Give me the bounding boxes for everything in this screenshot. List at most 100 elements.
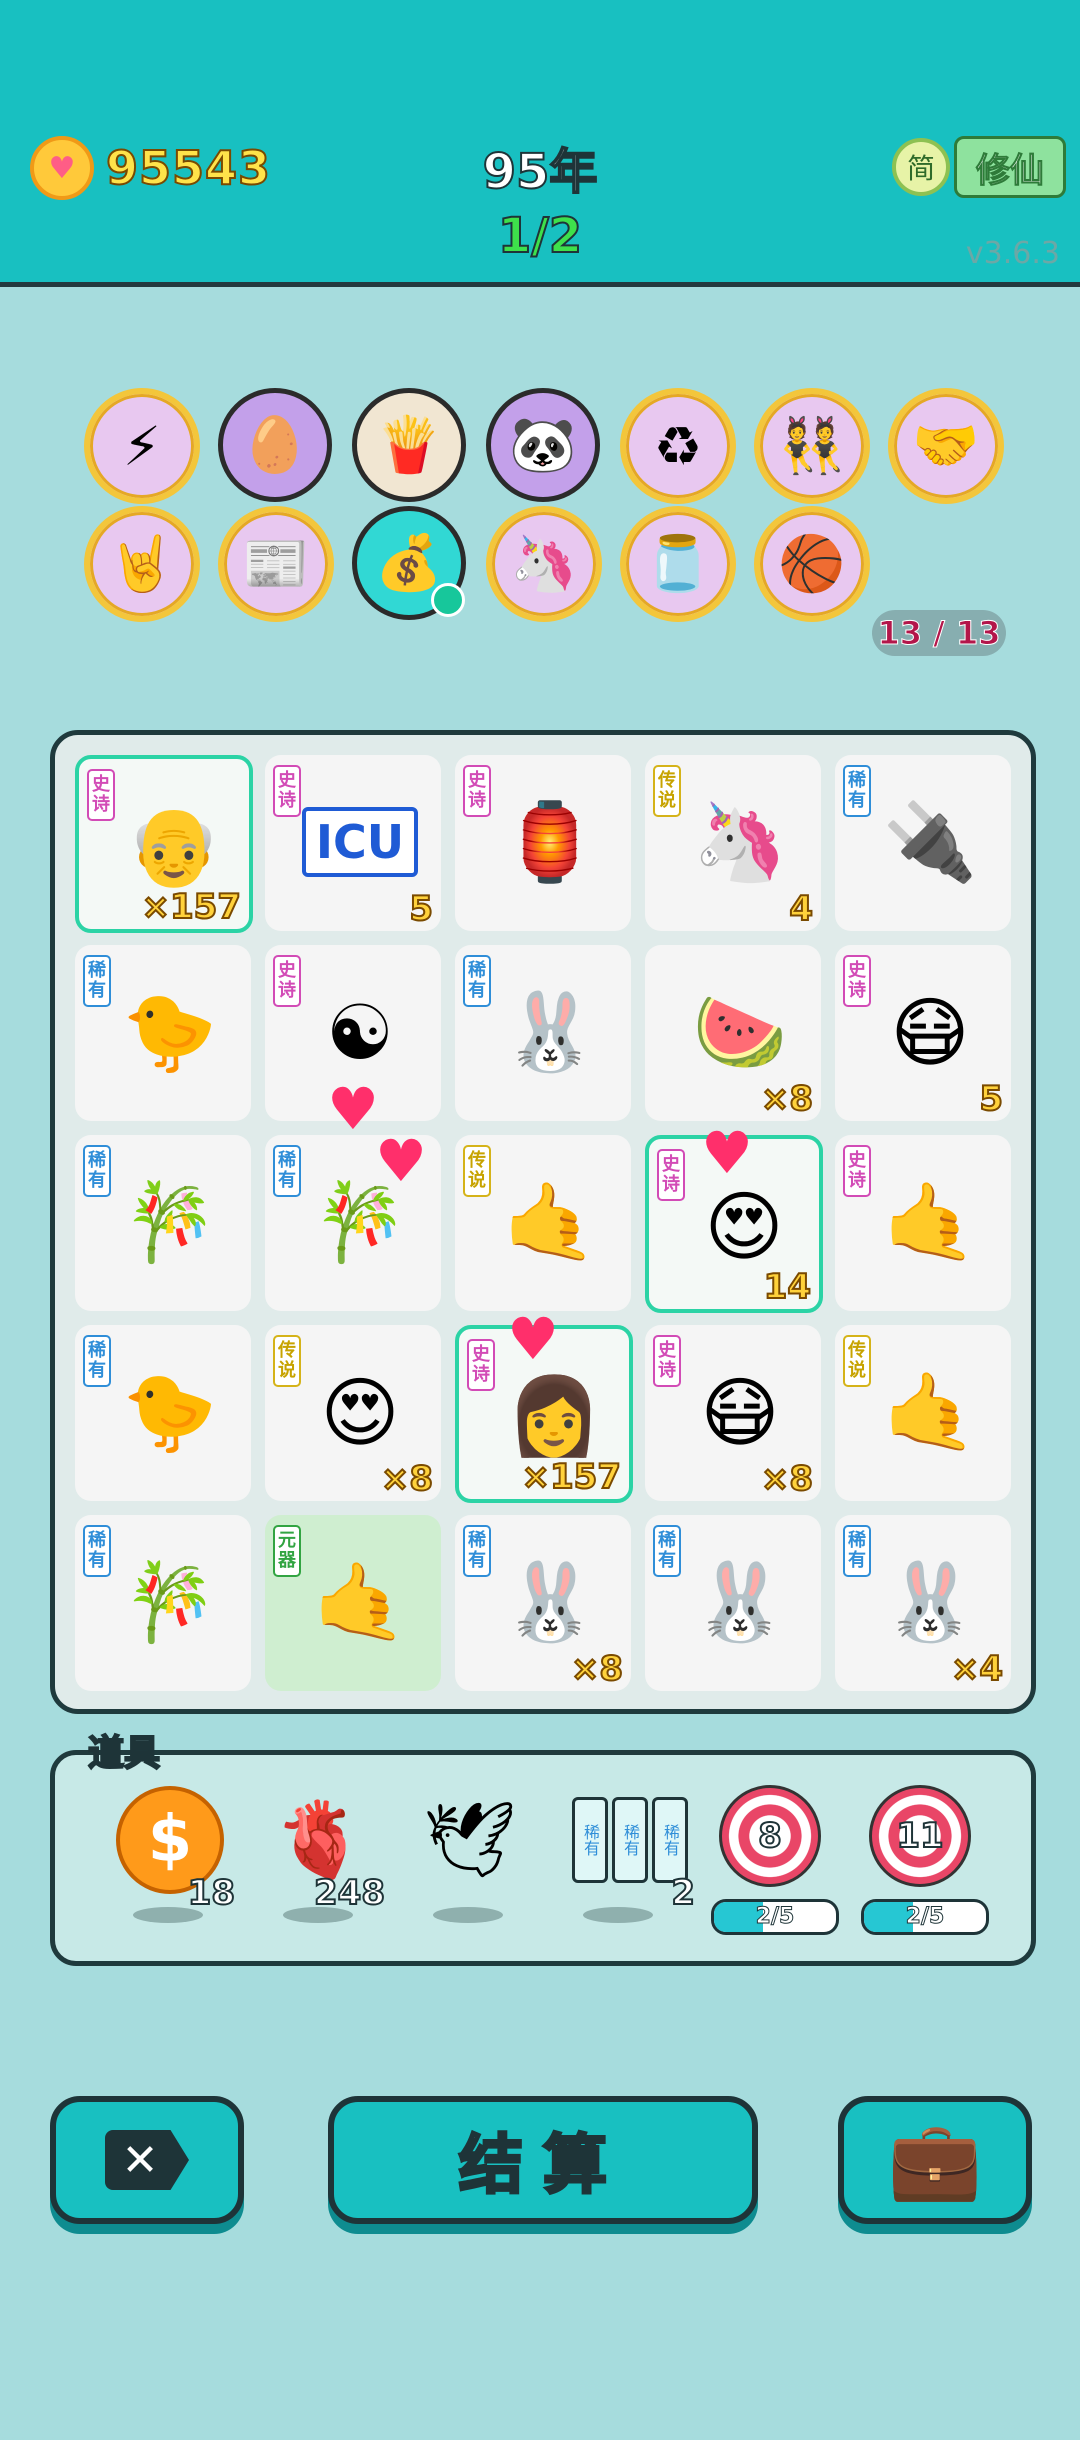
page-indicator[interactable]: 1/2 (440, 207, 640, 265)
board-tile[interactable]: 传说 🤙 (455, 1135, 631, 1311)
rarity-tag: 史诗 (273, 955, 301, 1007)
tile-character-icon: 🐤 (122, 987, 218, 1076)
heart-icon: ♥ (507, 1305, 559, 1373)
tile-character-icon: 🔌 (882, 797, 978, 886)
item-liver-count: 248 (313, 1872, 386, 1914)
board-tile[interactable]: 史诗 ICU 5 (265, 755, 441, 931)
board-tile[interactable]: 史诗 👩 ×157 ♥ (455, 1305, 633, 1503)
handshake-icon: 🤝 (912, 414, 980, 477)
jar-icon: 🫙 (644, 532, 712, 595)
board-tile[interactable]: 稀有 🐰 (455, 945, 631, 1121)
lightning-icon: ⚡ (123, 414, 161, 478)
board-tile[interactable]: 稀有 🎋 ♥ (265, 1127, 441, 1311)
tile-count: 4 (788, 888, 814, 930)
tile-count: 5 (408, 888, 434, 930)
board-tile[interactable]: 稀有 🎋 (75, 1515, 251, 1691)
badge-basketballs[interactable]: 🏀 (754, 506, 870, 622)
twins-icon: 👯 (778, 414, 846, 477)
item-liver[interactable]: 🫀 248 (255, 1779, 386, 1923)
board-tile[interactable]: 史诗 😷 5 (835, 945, 1011, 1121)
achievement-counter: 13 / 13 (872, 610, 1006, 656)
tile-count: ×8 (760, 1078, 814, 1120)
coin-icon: ♥ (30, 136, 94, 200)
item-coin[interactable]: $ 18 (105, 1779, 236, 1923)
board-tile[interactable]: 史诗 ☯ ♥ (265, 945, 441, 1143)
settle-button[interactable]: 结算 (328, 2096, 758, 2224)
rarity-tag: 稀有 (463, 955, 491, 1007)
xiuxian-button[interactable]: 修仙 (954, 136, 1066, 198)
rarity-tag: 史诗 (843, 1145, 871, 1197)
coin-value: 95543 (105, 140, 272, 196)
badge-egg[interactable]: 🥚 (218, 388, 332, 502)
target-icon: 8 (719, 1785, 821, 1887)
tile-character-icon: 🐰 (692, 1557, 788, 1646)
item-target-1[interactable]: 8 2/5 (705, 1775, 839, 1935)
tile-character-icon: 🤙 (502, 1177, 598, 1266)
board-tile[interactable]: 稀有 🐰 ×4 (835, 1515, 1011, 1691)
badge-money-bag[interactable]: 💰 (352, 506, 466, 620)
board-tile[interactable]: 史诗 😷 ×8 (645, 1325, 821, 1501)
board-tile[interactable]: 史诗 😍 14 ♥ (645, 1119, 823, 1313)
badge-panda[interactable]: 🐼 (486, 388, 600, 502)
item-pigeon[interactable]: 🕊 (405, 1779, 535, 1923)
cards-icon: 稀有 稀有 稀有 (572, 1797, 688, 1883)
board-tile[interactable]: 元器 🤙 (265, 1515, 441, 1691)
item-target-2[interactable]: 11 2/5 (855, 1775, 989, 1935)
tile-character-icon: ☯ (325, 987, 395, 1077)
tile-count: ×157 (141, 886, 242, 928)
badge-lightning[interactable]: ⚡ (84, 388, 200, 504)
notification-dot (431, 583, 465, 617)
recycle-icon: ♻ (653, 414, 703, 478)
board-tile[interactable]: 稀有 🎋 (75, 1135, 251, 1311)
rarity-tag: 稀有 (83, 1335, 111, 1387)
game-board: 史诗 👴 ×157 史诗 ICU 5 史诗 🏮 传说 🦄 4 稀有 🔌 稀有 🐤 史诗 ☯ ♥ 稀有 🐰 🍉 ×8 史诗 😷 5… (50, 730, 1036, 1714)
header-bar: ♥ 95543 95年 1/2 简 修仙 v3.6.3 (0, 0, 1080, 287)
rarity-tag: 稀有 (273, 1145, 301, 1197)
badge-jar[interactable]: 🫙 (620, 506, 736, 622)
rarity-tag: 史诗 (87, 769, 115, 821)
exit-button[interactable]: ✕ (50, 2096, 244, 2224)
board-tile[interactable]: 史诗 👴 ×157 (75, 755, 253, 933)
close-icon: ✕ (105, 2130, 189, 2190)
board-tile[interactable]: 稀有 🐰 ×8 (455, 1515, 631, 1691)
panda-icon: 🐼 (509, 413, 577, 476)
board-tile[interactable]: 稀有 🐤 (75, 945, 251, 1121)
board-tile[interactable]: 史诗 🏮 (455, 755, 631, 931)
target-icon: 11 (869, 1785, 971, 1887)
board-tile[interactable]: 史诗 🤙 (835, 1135, 1011, 1311)
badge-unicorn[interactable]: 🦄 (486, 506, 602, 622)
board-tile[interactable]: 稀有 🐰 (645, 1515, 821, 1691)
items-title: 道具 (87, 1732, 161, 1775)
year-label: 95年 (482, 143, 599, 201)
badge-twins[interactable]: 👯 (754, 388, 870, 504)
tile-character-icon: 😍 (320, 1367, 400, 1457)
board-tile[interactable]: 传说 🤙 (835, 1325, 1011, 1501)
simplified-toggle-button[interactable]: 简 (892, 138, 950, 196)
rarity-tag: 史诗 (467, 1339, 495, 1391)
badge-recycle[interactable]: ♻ (620, 388, 736, 504)
tile-character-icon: 🏮 (502, 797, 598, 886)
rarity-tag: 稀有 (83, 1145, 111, 1197)
tile-character-icon: 🐰 (502, 987, 598, 1076)
board-tile[interactable]: 稀有 🔌 (835, 755, 1011, 931)
icu-sign-icon: ICU (301, 783, 419, 901)
board-tile[interactable]: 传说 😍 ×8 (265, 1325, 441, 1501)
version-label: v3.6.3 (965, 236, 1060, 271)
board-tile[interactable]: 稀有 🐤 (75, 1325, 251, 1501)
coin-balance: ♥ 95543 (30, 136, 271, 200)
briefcase-icon: 💼 (887, 2115, 983, 2204)
inventory-button[interactable]: 💼 (838, 2096, 1032, 2224)
board-tile[interactable]: 🍉 ×8 (645, 945, 821, 1121)
basketballs-icon: 🏀 (778, 532, 846, 595)
badge-rock-hand[interactable]: 🤘 (84, 506, 200, 622)
badge-fries[interactable]: 🍟 (352, 388, 466, 502)
badge-handshake[interactable]: 🤝 (888, 388, 1004, 504)
item-cards[interactable]: 稀有 稀有 稀有 2 (555, 1779, 696, 1923)
egg-icon: 🥚 (241, 413, 309, 476)
board-tile[interactable]: 传说 🦄 4 (645, 755, 821, 931)
time-magazine-icon: 📰 (242, 532, 310, 595)
rarity-tag: 传说 (653, 765, 681, 817)
badge-time-magazine[interactable]: 📰 (218, 506, 334, 622)
tile-character-icon: 😷 (890, 987, 970, 1077)
tile-count: 14 (763, 1266, 812, 1308)
